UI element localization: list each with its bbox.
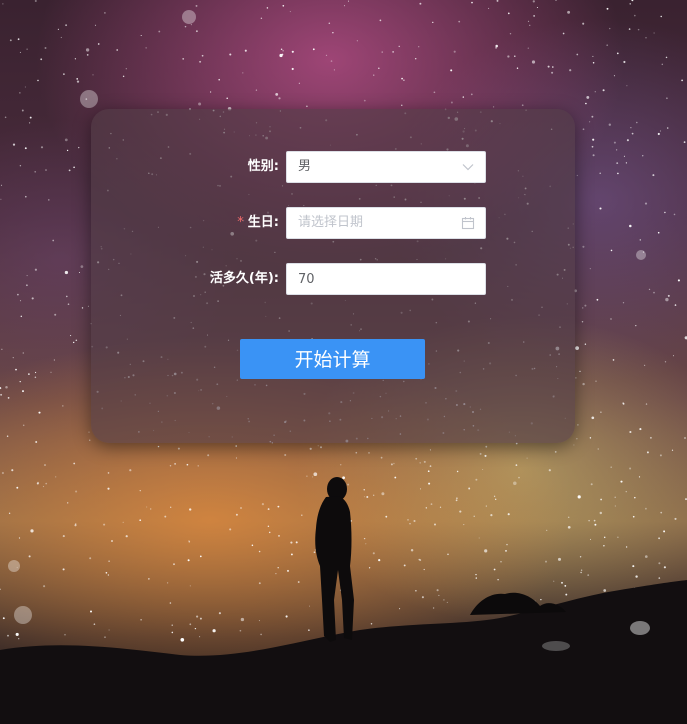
birthday-label: * 生日: — [237, 207, 279, 239]
gender-label: 性别: — [247, 159, 279, 174]
person-silhouette — [315, 477, 354, 642]
required-mark: * — [237, 215, 244, 230]
lifespan-field-wrapper — [286, 263, 486, 295]
calendar-icon[interactable] — [461, 216, 475, 230]
start-calculation-button[interactable]: 开始计算 — [240, 339, 425, 379]
lifespan-input[interactable] — [287, 264, 473, 294]
birthday-label-text: 生日: — [247, 215, 279, 230]
birthday-row: * 生日: 请选择日期 — [91, 207, 575, 239]
gender-selected-value: 男 — [298, 159, 312, 174]
lifespan-label: 活多久(年): — [209, 271, 279, 286]
birthday-placeholder: 请选择日期 — [298, 215, 364, 230]
life-calculator-form: 性别: 男 *生日: 请选择日期 活多久(年): 开始计算 — [91, 109, 575, 443]
gender-select[interactable]: 男 — [286, 151, 486, 183]
chevron-down-icon — [462, 164, 474, 171]
birthday-date-picker[interactable]: 请选择日期 — [286, 207, 486, 239]
lifespan-row: 活多久(年): — [91, 263, 575, 295]
gender-row: 性别: 男 — [91, 151, 575, 183]
